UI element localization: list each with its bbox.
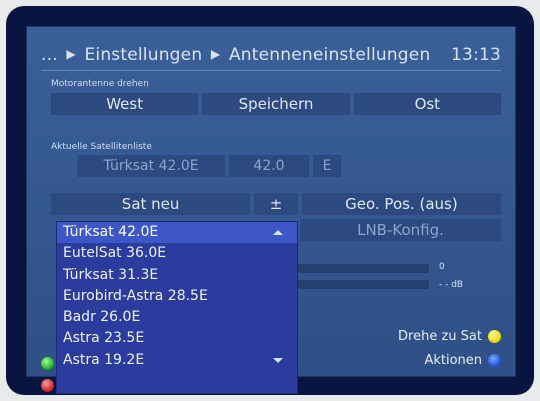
satlist-caption: Aktuelle Satellitenliste	[51, 142, 152, 152]
east-button[interactable]: Ost	[353, 93, 501, 115]
sat-new-button[interactable]: Sat neu	[51, 193, 251, 215]
geo-pos-button[interactable]: Geo. Pos. (aus)	[301, 193, 502, 215]
current-satellite-row: Türksat 42.0E 42.0 E	[77, 155, 341, 177]
satellite-option[interactable]: Eurobird-Astra 28.5E	[57, 286, 297, 307]
motor-button-row: West Speichern Ost	[51, 93, 501, 115]
yellow-key-icon	[488, 330, 501, 343]
red-key-icon	[41, 379, 54, 392]
satellite-option[interactable]: Türksat 31.3E	[57, 265, 297, 286]
breadcrumb-prefix: ...	[41, 45, 58, 65]
scroll-down-icon[interactable]	[273, 358, 283, 364]
clock: 13:13	[451, 45, 501, 65]
west-button[interactable]: West	[51, 93, 199, 115]
signal-quality-bar	[277, 280, 429, 289]
breadcrumb-arrow-icon: ▶	[66, 47, 76, 61]
signal-quality-value: - - dB	[439, 280, 464, 290]
blue-key-icon	[488, 354, 501, 367]
breadcrumb-arrow-icon: ▶	[210, 47, 221, 61]
action-row: Sat neu ± Geo. Pos. (aus)	[51, 193, 502, 215]
header-bar: ... ▶ Einstellungen ▶ Antenneneinstellun…	[41, 41, 501, 69]
actions-label: Aktionen	[424, 353, 482, 368]
scroll-up-icon[interactable]	[273, 230, 283, 235]
motor-caption: Motorantenne drehen	[51, 79, 149, 89]
rotate-to-sat-hint[interactable]: Drehe zu Sat	[398, 329, 501, 344]
breadcrumb-item-settings[interactable]: Einstellungen	[84, 45, 202, 65]
green-key-icon	[41, 357, 54, 370]
breadcrumb: ... ▶ Einstellungen ▶ Antenneneinstellun…	[41, 45, 430, 65]
current-satellite-position[interactable]: 42.0	[229, 155, 309, 177]
satellite-dropdown-list[interactable]: Türksat 42.0E EutelSat 36.0E Türksat 31.…	[56, 221, 298, 394]
header-divider	[41, 70, 501, 71]
tv-screen: ... ▶ Einstellungen ▶ Antenneneinstellun…	[6, 6, 534, 395]
lnb-config-button[interactable]: LNB-Konfig.	[299, 219, 501, 241]
actions-hint[interactable]: Aktionen	[424, 353, 501, 368]
current-satellite-direction[interactable]: E	[313, 155, 341, 177]
current-satellite-name[interactable]: Türksat 42.0E	[77, 155, 225, 177]
signal-level-value: 0	[439, 262, 445, 272]
satellite-option[interactable]: Astra 19.2E	[57, 350, 297, 371]
download-icon: ±	[254, 193, 298, 215]
signal-level-bar	[277, 264, 429, 273]
satellite-option[interactable]: Astra 23.5E	[57, 328, 297, 349]
satellite-option[interactable]: Badr 26.0E	[57, 307, 297, 328]
breadcrumb-item-antenna: Antenneneinstellungen	[228, 45, 431, 65]
satellite-option[interactable]: EutelSat 36.0E	[57, 243, 297, 264]
save-button[interactable]: Speichern	[202, 93, 350, 115]
satellite-option[interactable]: Türksat 42.0E	[57, 222, 297, 244]
rotate-to-sat-label: Drehe zu Sat	[398, 329, 482, 344]
